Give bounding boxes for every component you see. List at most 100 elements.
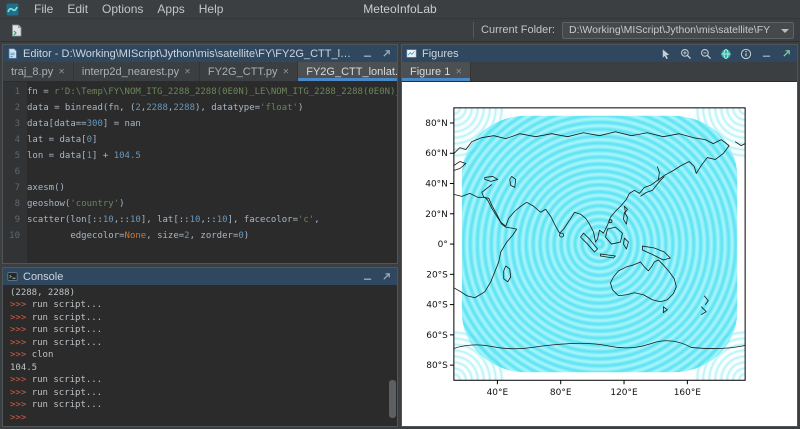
line-number: 6 [3, 164, 27, 180]
figures-panel-title: Figures [422, 48, 654, 60]
tab-close-icon[interactable]: ✕ [455, 68, 462, 76]
console-line: >>> run script... [10, 374, 397, 387]
toolbar-separator [473, 22, 474, 38]
console-panel-title: Console [23, 271, 355, 283]
full-extent-globe-icon[interactable] [719, 47, 733, 60]
figure-1-tab[interactable]: Figure 1 ✕ [402, 62, 471, 81]
main-toolbar: Current Folder: D:\Working\MIScript\Jyth… [0, 19, 800, 42]
console-line: >>> run script... [10, 337, 397, 350]
editor-panel-title: Editor - D:\Working\MIScript\Jython\mis\… [23, 48, 355, 60]
figures-panel: Figures [401, 44, 798, 427]
menu-edit[interactable]: Edit [60, 1, 95, 17]
line-number: 10 [3, 228, 27, 244]
tab-label: traj_8.py [11, 66, 53, 78]
menu-help[interactable]: Help [192, 1, 231, 17]
console-prompt: >>> [10, 338, 32, 348]
figures-minimize-icon[interactable] [759, 47, 773, 60]
current-folder-group: Current Folder: D:\Working\MIScript\Jyth… [473, 22, 794, 39]
console-text: run script... [32, 325, 102, 335]
console-prompt: >>> [10, 375, 32, 385]
editor-float-icon[interactable] [379, 47, 393, 60]
line-number: 7 [3, 180, 27, 196]
figure-canvas[interactable]: 80°N60°N40°N20°N0°20°S40°S60°S80°S40°E80… [402, 82, 797, 426]
editor-tab-interp2d_nearest.py[interactable]: interp2d_nearest.py ✕ [74, 62, 200, 81]
console-output[interactable]: >>> lon.shape(2288, 2288)>>> run script.… [3, 285, 397, 426]
menu-options[interactable]: Options [95, 1, 150, 17]
code-text: fn = r'D:\Temp\FY\NOM_ITG_2288_2288(0E0N… [27, 84, 397, 100]
script-file-icon [10, 24, 23, 37]
editor-tab-traj_8.py[interactable]: traj_8.py ✕ [3, 62, 74, 81]
code-line[interactable]: 7axesm() [3, 180, 397, 196]
code-line[interactable]: 5lon = data[1] + 104.5 [3, 148, 397, 164]
console-scrollbar-thumb[interactable] [389, 380, 396, 418]
combo-dropdown-icon[interactable] [781, 29, 789, 33]
console-prompt: >>> [10, 388, 32, 398]
figures-panel-header[interactable]: Figures [402, 45, 797, 62]
menu-file[interactable]: File [27, 1, 60, 17]
code-line[interactable]: 2data = binread(fn, (2,2288,2288), datat… [3, 100, 397, 116]
tab-label: interp2d_nearest.py [82, 66, 179, 78]
left-column: Editor - D:\Working\MIScript\Jython\mis\… [2, 44, 398, 427]
console-panel: Console >>> lon.shape(2288, 2288)>>> run… [2, 267, 398, 427]
console-prompt: >>> [10, 325, 32, 335]
x-tick-label: 40°E [487, 388, 509, 398]
editor-tab-FY2G_CTT_lonlat.py[interactable]: FY2G_CTT_lonlat.py✕ [298, 62, 397, 81]
code-line[interactable]: 10 edgecolor=None, size=2, zorder=0) [3, 228, 397, 244]
console-text: run script... [32, 338, 102, 348]
current-folder-value: D:\Working\MIScript\Jython\mis\satellite… [569, 24, 770, 36]
console-icon [7, 271, 18, 282]
tab-close-icon[interactable]: ✕ [58, 68, 65, 76]
line-number: 3 [3, 116, 27, 132]
editor-minimize-icon[interactable] [360, 47, 374, 60]
console-line: >>> clon [10, 349, 397, 362]
y-tick-label: 80°N [425, 119, 448, 129]
code-text: lon = data[1] + 104.5 [27, 148, 141, 164]
y-tick-label: 40°N [425, 180, 448, 190]
editor-tab-FY2G_CTT.py[interactable]: FY2G_CTT.py✕ [200, 62, 298, 81]
console-minimize-icon[interactable] [360, 270, 374, 283]
code-text: axesm() [27, 180, 65, 196]
console-prompt: >>> [10, 413, 26, 423]
line-number: 2 [3, 100, 27, 116]
console-float-icon[interactable] [379, 270, 393, 283]
menu-apps[interactable]: Apps [150, 1, 191, 17]
editor-panel-header[interactable]: Editor - D:\Working\MIScript\Jython\mis\… [3, 45, 397, 62]
code-line[interactable]: 4lat = data[0] [3, 132, 397, 148]
pointer-icon[interactable] [659, 47, 673, 60]
y-tick-label: 60°N [425, 149, 448, 159]
console-line: 104.5 [10, 362, 397, 375]
identify-info-icon[interactable] [739, 47, 753, 60]
y-tick-label: 40°S [426, 301, 448, 311]
map-plot[interactable]: 80°N60°N40°N20°N0°20°S40°S60°S80°S40°E80… [402, 82, 797, 426]
line-number: 9 [3, 212, 27, 228]
current-folder-combobox[interactable]: D:\Working\MIScript\Jython\mis\satellite… [562, 22, 794, 39]
figures-float-icon[interactable] [779, 47, 793, 60]
console-text: run script... [32, 388, 102, 398]
line-number: 4 [3, 132, 27, 148]
zoom-out-icon[interactable] [699, 47, 713, 60]
code-line[interactable]: 8geoshow('country') [3, 196, 397, 212]
console-text: clon [32, 350, 54, 360]
console-line: >>> run script... [10, 312, 397, 325]
tab-close-icon[interactable]: ✕ [184, 68, 191, 76]
x-tick-label: 80°E [550, 388, 572, 398]
open-script-button[interactable] [6, 21, 26, 40]
console-panel-header[interactable]: Console [3, 268, 397, 285]
console-line: (2288, 2288) [10, 287, 397, 300]
line-number: 8 [3, 196, 27, 212]
code-line[interactable]: 9scatter(lon[::10,::10], lat[::10,::10],… [3, 212, 397, 228]
console-prompt: >>> [10, 313, 32, 323]
code-text: geoshow('country') [27, 196, 125, 212]
console-line: >>> run script... [10, 324, 397, 337]
code-line[interactable]: 3data[data==300] = nan [3, 116, 397, 132]
tab-label: FY2G_CTT_lonlat.py [306, 66, 397, 78]
code-line[interactable]: 1fn = r'D:\Temp\FY\NOM_ITG_2288_2288(0E0… [3, 84, 397, 100]
zoom-in-icon[interactable] [679, 47, 693, 60]
tab-close-icon[interactable]: ✕ [283, 68, 290, 76]
console-scrollbar[interactable] [388, 285, 396, 426]
code-area[interactable]: 1fn = r'D:\Temp\FY\NOM_ITG_2288_2288(0E0… [3, 82, 397, 263]
code-text: scatter(lon[::10,::10], lat[::10,::10], … [27, 212, 320, 228]
editor-icon [7, 48, 18, 59]
code-line[interactable]: 6 [3, 164, 397, 180]
x-tick-label: 160°E [674, 388, 702, 398]
